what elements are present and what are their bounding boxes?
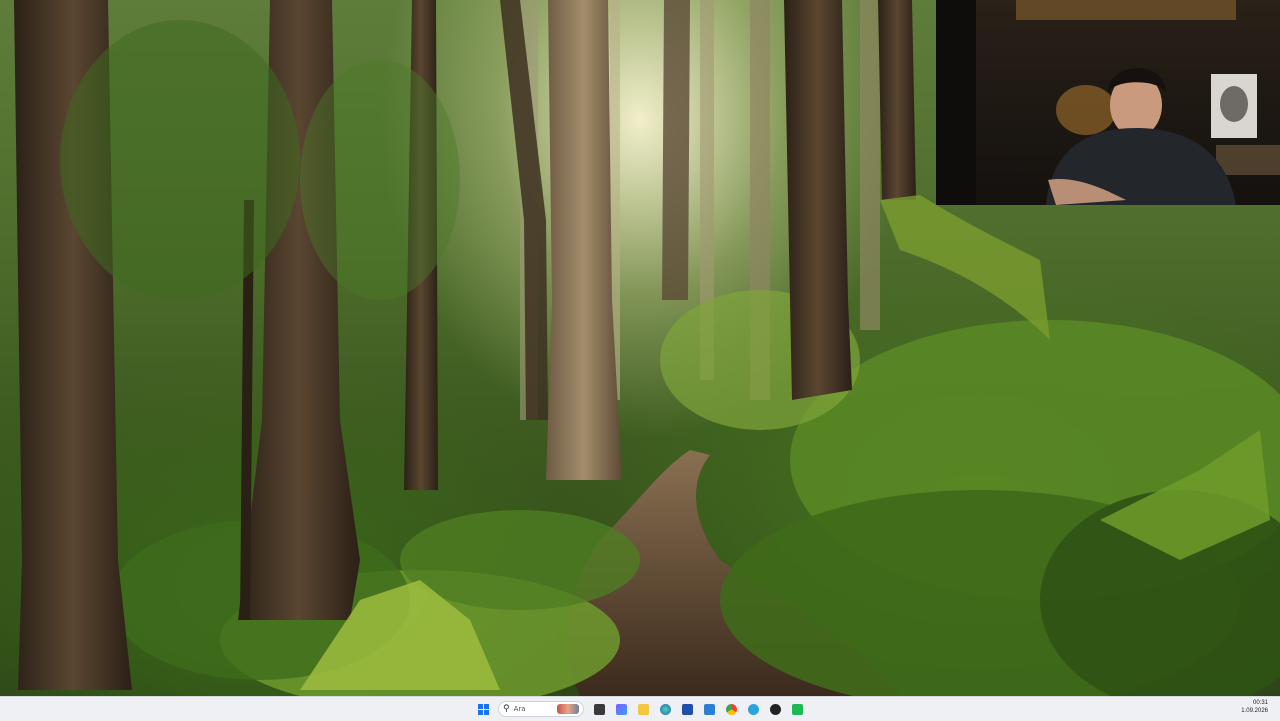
start-icon <box>477 703 489 715</box>
store-button[interactable] <box>678 700 696 718</box>
telegram-button[interactable] <box>744 700 762 718</box>
taskbar-search[interactable]: ⚲ Ara <box>498 701 584 717</box>
app-green-icon <box>791 703 803 715</box>
obs-icon <box>769 703 781 715</box>
mail-icon <box>703 703 715 715</box>
task-view-button[interactable] <box>590 700 608 718</box>
chrome-button[interactable] <box>722 700 740 718</box>
widgets-button[interactable] <box>612 700 630 718</box>
app-green-button[interactable] <box>788 700 806 718</box>
start-button[interactable] <box>474 700 492 718</box>
file-explorer-button[interactable] <box>634 700 652 718</box>
system-tray-clock[interactable]: 00:31 1.09.2026 <box>1241 699 1268 715</box>
edge-button[interactable] <box>656 700 674 718</box>
task-view-icon <box>593 703 605 715</box>
webcam-overlay <box>936 0 1280 205</box>
search-highlight-icon <box>557 704 579 714</box>
obs-button[interactable] <box>766 700 784 718</box>
chrome-icon <box>725 703 737 715</box>
taskbar: ⚲ Ara 00:31 1.09.2026 <box>0 696 1280 721</box>
search-placeholder: Ara <box>513 705 526 713</box>
mail-button[interactable] <box>700 700 718 718</box>
clock-date: 1.09.2026 <box>1241 708 1268 714</box>
edge-icon <box>659 703 671 715</box>
taskbar-center: ⚲ Ara <box>474 700 806 718</box>
presenter-webcam-feed <box>936 0 1280 205</box>
telegram-icon <box>747 703 759 715</box>
clock-time: 00:31 <box>1252 700 1268 706</box>
widgets-icon <box>615 703 627 715</box>
store-icon <box>681 703 693 715</box>
search-icon: ⚲ <box>503 703 510 714</box>
file-explorer-icon <box>637 703 649 715</box>
